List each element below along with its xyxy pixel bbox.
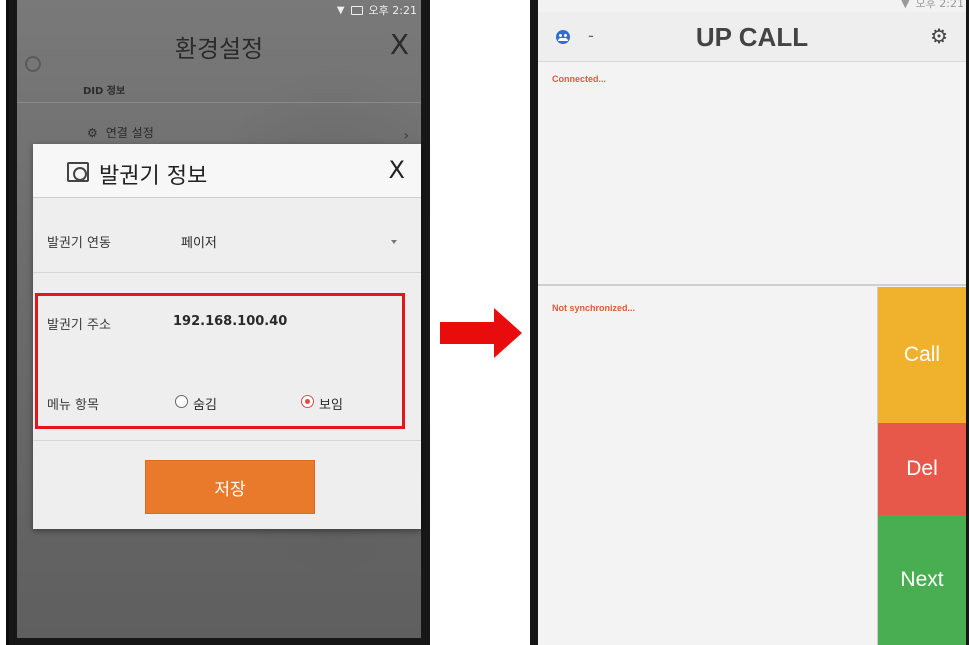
status-bar: ▼ 오후 2:21	[337, 2, 417, 18]
battery-icon	[350, 5, 363, 15]
settings-header: 환경설정 X	[17, 18, 421, 74]
gear-icon[interactable]: ⚙	[930, 24, 948, 48]
dialog-header: 발권기 정보 X	[33, 144, 421, 198]
left-phone: ▼ 오후 2:21 환경설정 X DID 정보 ⚙ 연결 설정 › 발권기 정보…	[6, 0, 430, 645]
address-label: 발권기 주소	[47, 318, 111, 333]
gear-icon: ⚙	[87, 125, 98, 140]
hide-option-label: 숨김	[193, 398, 217, 413]
chevron-down-icon	[391, 240, 397, 244]
wifi-icon: ▼	[901, 0, 910, 10]
settings-close-icon[interactable]: X	[390, 28, 409, 61]
link-label: 발권기 연동	[47, 236, 111, 251]
arrow-right-icon	[440, 308, 522, 358]
dialog-title: 발권기 정보	[99, 164, 208, 189]
status-bar: ▼ 오후 2:21	[901, 0, 964, 11]
dialog-close-icon[interactable]: X	[389, 156, 405, 184]
ticket-machine-dialog: 발권기 정보 X 발권기 연동 페이저 발권기 주소 192.168.100.4…	[33, 144, 421, 529]
upcall-screen: ▼ 오후 2:21 - UP CALL ⚙ Connected... Not s…	[538, 0, 966, 645]
connection-settings-item[interactable]: ⚙ 연결 설정	[87, 124, 154, 141]
wifi-icon: ▼	[336, 4, 345, 16]
show-option-label: 보임	[319, 398, 343, 413]
did-info-label: DID 정보	[83, 86, 126, 97]
next-button[interactable]: Next	[878, 515, 966, 645]
save-button[interactable]: 저장	[145, 460, 315, 514]
menu-label: 메뉴 항목	[47, 398, 99, 413]
connection-status: Connected...	[552, 74, 607, 84]
row-divider	[33, 440, 421, 441]
app-title: UP CALL	[695, 22, 809, 52]
divider	[17, 102, 421, 103]
link-select[interactable]: 페이저	[181, 232, 217, 251]
ticket-machine-icon	[67, 162, 89, 182]
connection-settings-label: 연결 설정	[105, 126, 154, 140]
user-icon	[25, 56, 41, 72]
sync-panel: Not synchronized...	[538, 287, 878, 645]
chevron-right-icon: ›	[403, 128, 409, 144]
sync-status: Not synchronized...	[552, 303, 636, 313]
del-button[interactable]: Del	[878, 423, 966, 515]
status-time: 오후 2:21	[368, 4, 417, 17]
settings-screen: ▼ 오후 2:21 환경설정 X DID 정보 ⚙ 연결 설정 › 발권기 정보…	[17, 0, 430, 638]
show-radio[interactable]	[301, 395, 314, 408]
connection-panel: Connected...	[538, 62, 966, 286]
status-time: 오후 2:21	[915, 0, 964, 10]
app-topbar: - UP CALL ⚙	[538, 12, 966, 62]
settings-title: 환경설정	[174, 34, 264, 63]
call-button[interactable]: Call	[878, 287, 966, 423]
right-phone: ▼ 오후 2:21 - UP CALL ⚙ Connected... Not s…	[530, 0, 969, 645]
row-divider	[33, 272, 421, 273]
address-input[interactable]: 192.168.100.40	[173, 314, 287, 329]
hide-radio[interactable]	[175, 395, 188, 408]
